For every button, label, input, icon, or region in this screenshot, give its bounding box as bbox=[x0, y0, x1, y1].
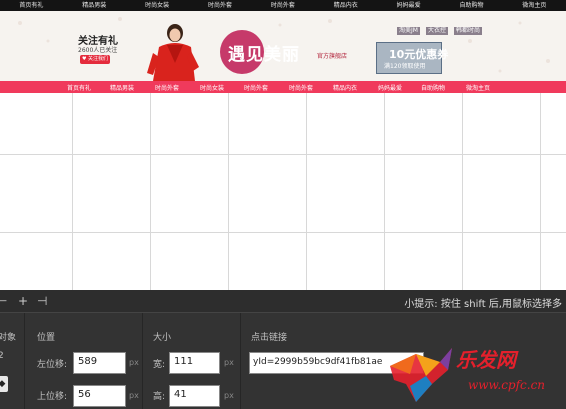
top-nav: 首页有礼 精品男装 时尚女装 时尚外套 时尚外套 精品内衣 妈妈最爱 自助购物 … bbox=[0, 0, 566, 11]
pink-nav-item[interactable]: 时尚女装 bbox=[200, 83, 224, 92]
follow-button[interactable]: ♥ 关注我们 bbox=[80, 55, 110, 64]
grid-line bbox=[462, 93, 463, 290]
top-nav-item[interactable]: 微淘主页 bbox=[522, 0, 546, 11]
px-unit: px bbox=[224, 391, 234, 400]
object-value: 2 bbox=[0, 351, 4, 361]
grid-line bbox=[384, 93, 385, 290]
pink-nav-item[interactable]: 时尚外套 bbox=[289, 83, 313, 92]
add-icon[interactable]: + bbox=[18, 294, 28, 308]
grid-line bbox=[228, 93, 229, 290]
follow-count: 2600人已关注 bbox=[78, 47, 118, 54]
pink-nav-item[interactable]: 自助购物 bbox=[421, 83, 445, 92]
left-offset-label: 左位移: bbox=[37, 360, 68, 370]
link-label: 点击链接 bbox=[251, 333, 288, 343]
grid-line bbox=[0, 232, 566, 233]
coupon-condition: 满120领取使用 bbox=[384, 63, 426, 70]
position-label: 位置 bbox=[37, 333, 56, 343]
object-button[interactable]: ◆ bbox=[0, 376, 8, 392]
top-offset-input[interactable]: 56 bbox=[73, 385, 126, 407]
panel-divider bbox=[240, 313, 241, 409]
width-input[interactable]: 111 bbox=[169, 352, 220, 374]
width-label: 宽: bbox=[153, 360, 166, 370]
panel-divider bbox=[142, 313, 143, 409]
top-offset-label: 上位移: bbox=[37, 392, 68, 402]
brand-link[interactable]: 淘美JM bbox=[397, 27, 420, 35]
align-left-icon[interactable]: ⊢ bbox=[0, 294, 7, 308]
grid-line bbox=[150, 93, 151, 290]
store-banner: 关注有礼 2600人已关注 ♥ 关注我们 遇见美丽 官方旗舰店 淘美JM 大衣控… bbox=[0, 11, 566, 81]
pink-nav-item[interactable]: 时尚外套 bbox=[244, 83, 268, 92]
px-unit: px bbox=[129, 391, 139, 400]
panel-divider bbox=[24, 313, 25, 409]
watermark-name: 乐发网 bbox=[456, 348, 516, 372]
left-offset-input[interactable]: 589 bbox=[73, 352, 126, 374]
brand-subtitle: 官方旗舰店 bbox=[317, 53, 348, 60]
top-nav-item[interactable]: 妈妈最爱 bbox=[397, 0, 421, 11]
px-unit: px bbox=[129, 358, 139, 367]
px-unit: px bbox=[224, 358, 234, 367]
top-nav-item[interactable]: 精品内衣 bbox=[334, 0, 358, 11]
brand-link[interactable]: 大衣控 bbox=[425, 27, 448, 35]
top-nav-item[interactable]: 时尚外套 bbox=[271, 0, 295, 11]
pink-nav-item[interactable]: 首页有礼 bbox=[67, 83, 91, 92]
height-input[interactable]: 41 bbox=[169, 385, 220, 407]
grid-line bbox=[540, 93, 541, 290]
align-right-icon[interactable]: ⊣ bbox=[37, 294, 47, 308]
coupon-amount: 10元优惠券 bbox=[389, 48, 449, 61]
pink-nav-item[interactable]: 精品内衣 bbox=[333, 83, 357, 92]
top-nav-item[interactable]: 首页有礼 bbox=[19, 0, 43, 11]
panel-toolbar: ⊢ + ⊣ 小提示: 按住 shift 后,用鼠标选择多 bbox=[0, 290, 566, 313]
brand-link[interactable]: 韩都时尚 bbox=[453, 27, 482, 35]
size-label: 大小 bbox=[153, 333, 172, 343]
grid-line bbox=[306, 93, 307, 290]
object-label: 对象 bbox=[0, 333, 17, 343]
coupon-box[interactable]: 10元优惠券 满120领取使用 bbox=[376, 42, 448, 74]
pink-nav-item[interactable]: 精品男装 bbox=[110, 83, 134, 92]
top-nav-item[interactable]: 精品男装 bbox=[82, 0, 106, 11]
pink-nav-item[interactable]: 微淘主页 bbox=[466, 83, 490, 92]
brand-links: 淘美JM 大衣控 韩都时尚 bbox=[397, 27, 482, 35]
height-label: 高: bbox=[153, 392, 166, 402]
grid-line bbox=[72, 93, 73, 290]
pink-nav-item[interactable]: 时尚外套 bbox=[155, 83, 179, 92]
model-photo bbox=[147, 24, 199, 81]
grid-line bbox=[0, 154, 566, 155]
edit-canvas[interactable] bbox=[0, 93, 566, 290]
watermark-url: www.cpfc.cn bbox=[468, 378, 546, 392]
toolbar-tip: 小提示: 按住 shift 后,用鼠标选择多 bbox=[404, 299, 562, 310]
pink-nav: 首页有礼 精品男装 时尚外套 时尚女装 时尚外套 时尚外套 精品内衣 妈妈最爱 … bbox=[0, 81, 566, 93]
top-nav-item[interactable]: 时尚外套 bbox=[208, 0, 232, 11]
brand-name: 遇见美丽 bbox=[228, 45, 300, 65]
top-nav-item[interactable]: 时尚女装 bbox=[145, 0, 169, 11]
pink-nav-item[interactable]: 妈妈最爱 bbox=[378, 83, 402, 92]
top-nav-item[interactable]: 自助购物 bbox=[460, 0, 484, 11]
